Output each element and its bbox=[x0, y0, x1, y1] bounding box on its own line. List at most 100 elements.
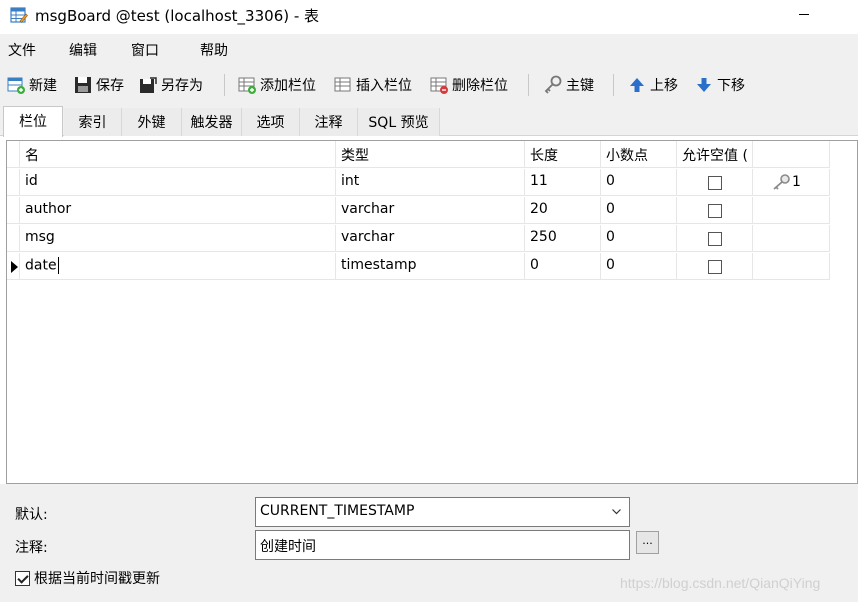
default-label: 默认: bbox=[15, 507, 48, 523]
delete-field-button[interactable]: 删除栏位 bbox=[429, 73, 508, 97]
title-bar: msgBoard @test (localhost_3306) - 表 bbox=[0, 0, 858, 30]
field-nullable-cell bbox=[677, 253, 753, 280]
table-design-icon bbox=[10, 7, 28, 23]
column-header-type[interactable]: 类型 bbox=[336, 141, 525, 168]
update-timestamp-checkbox[interactable]: 根据当前时间戳更新 bbox=[15, 568, 160, 588]
tab-options[interactable]: 选项 bbox=[242, 108, 300, 136]
watermark: https://blog.csdn.net/QianQiYing bbox=[620, 575, 821, 591]
new-table-icon bbox=[7, 77, 25, 94]
move-down-label: 下移 bbox=[717, 78, 745, 94]
new-button[interactable]: 新建 bbox=[6, 73, 57, 97]
nullable-checkbox[interactable] bbox=[708, 204, 722, 218]
new-label: 新建 bbox=[29, 78, 57, 94]
chevron-down-icon bbox=[612, 509, 621, 515]
field-name-cell[interactable]: msg bbox=[20, 225, 336, 252]
field-name-text: date bbox=[25, 257, 57, 274]
field-length-cell[interactable]: 11 bbox=[525, 169, 601, 196]
toolbar-separator bbox=[224, 74, 225, 96]
add-field-icon bbox=[238, 77, 256, 94]
toolbar-separator bbox=[613, 74, 614, 96]
menu-window[interactable]: 窗口 bbox=[131, 40, 159, 60]
field-key-cell[interactable]: 1 bbox=[753, 169, 830, 196]
field-length-cell[interactable]: 0 bbox=[525, 253, 601, 280]
field-decimals-cell[interactable]: 0 bbox=[601, 197, 677, 224]
toolbar: 新建 保存 另存为 添加栏位 插入栏位 删除栏位 主键 上移 下移 bbox=[0, 64, 858, 104]
window-title: msgBoard @test (localhost_3306) - 表 bbox=[35, 7, 320, 25]
column-header-nullable[interactable]: 允许空值 ( bbox=[677, 141, 753, 168]
field-length-cell[interactable]: 20 bbox=[525, 197, 601, 224]
insert-field-button[interactable]: 插入栏位 bbox=[333, 73, 412, 97]
column-header-length[interactable]: 长度 bbox=[525, 141, 601, 168]
primary-key-indicator: 1 bbox=[770, 173, 801, 191]
save-as-button[interactable]: 另存为 bbox=[138, 73, 203, 97]
table-row-current[interactable]: date timestamp 0 0 bbox=[7, 253, 830, 280]
arrow-down-icon bbox=[697, 78, 711, 92]
checkbox-checked-icon bbox=[15, 570, 30, 586]
row-indicator bbox=[7, 197, 20, 224]
field-type-cell[interactable]: timestamp bbox=[336, 253, 525, 280]
comment-field[interactable]: 创建时间 bbox=[255, 530, 630, 560]
field-type-cell[interactable]: varchar bbox=[336, 225, 525, 252]
table-row[interactable]: author varchar 20 0 bbox=[7, 197, 830, 224]
tab-comment[interactable]: 注释 bbox=[300, 108, 358, 136]
tab-sql-preview[interactable]: SQL 预览 bbox=[358, 108, 440, 136]
tab-triggers[interactable]: 触发器 bbox=[182, 108, 242, 136]
move-up-button[interactable]: 上移 bbox=[627, 73, 678, 97]
add-field-label: 添加栏位 bbox=[260, 78, 316, 94]
menu-edit[interactable]: 编辑 bbox=[69, 40, 97, 60]
field-key-cell[interactable] bbox=[753, 253, 830, 280]
arrow-up-icon bbox=[630, 78, 644, 92]
save-as-icon bbox=[140, 77, 157, 93]
field-decimals-cell[interactable]: 0 bbox=[601, 253, 677, 280]
insert-field-label: 插入栏位 bbox=[356, 78, 412, 94]
save-as-label: 另存为 bbox=[161, 78, 203, 94]
default-value-select[interactable]: CURRENT_TIMESTAMP bbox=[255, 497, 630, 527]
save-icon bbox=[75, 77, 91, 93]
text-caret bbox=[57, 257, 59, 274]
default-value-text: CURRENT_TIMESTAMP bbox=[260, 503, 415, 519]
menu-help[interactable]: 帮助 bbox=[200, 40, 228, 60]
row-indicator bbox=[7, 169, 20, 196]
field-name-cell[interactable]: author bbox=[20, 197, 336, 224]
primary-key-button[interactable]: 主键 bbox=[543, 73, 594, 97]
comment-label: 注释: bbox=[15, 540, 48, 556]
key-icon bbox=[773, 174, 790, 190]
fields-grid: 名 类型 长度 小数点 允许空值 ( id int 11 0 1 author bbox=[6, 140, 858, 484]
nullable-checkbox[interactable] bbox=[708, 260, 722, 274]
save-button[interactable]: 保存 bbox=[73, 73, 124, 97]
update-timestamp-label: 根据当前时间戳更新 bbox=[34, 571, 160, 587]
field-key-cell[interactable] bbox=[753, 197, 830, 224]
field-decimals-cell[interactable]: 0 bbox=[601, 225, 677, 252]
field-key-cell[interactable] bbox=[753, 225, 830, 252]
tab-foreign-keys[interactable]: 外键 bbox=[122, 108, 182, 136]
field-nullable-cell bbox=[677, 169, 753, 196]
nullable-checkbox[interactable] bbox=[708, 176, 722, 190]
tab-indexes[interactable]: 索引 bbox=[64, 108, 122, 136]
menu-file[interactable]: 文件 bbox=[8, 40, 36, 60]
add-field-button[interactable]: 添加栏位 bbox=[237, 73, 316, 97]
field-length-cell[interactable]: 250 bbox=[525, 225, 601, 252]
column-header-decimals[interactable]: 小数点 bbox=[601, 141, 677, 168]
key-icon bbox=[544, 75, 562, 94]
primary-key-label: 主键 bbox=[566, 78, 594, 94]
comment-editor-button[interactable]: ... bbox=[636, 531, 659, 554]
column-header-key bbox=[753, 141, 830, 168]
primary-key-order: 1 bbox=[792, 174, 801, 190]
field-decimals-cell[interactable]: 0 bbox=[601, 169, 677, 196]
delete-field-label: 删除栏位 bbox=[452, 78, 508, 94]
table-row[interactable]: msg varchar 250 0 bbox=[7, 225, 830, 252]
toolbar-separator bbox=[528, 74, 529, 96]
field-name-cell[interactable]: id bbox=[20, 169, 336, 196]
field-type-cell[interactable]: int bbox=[336, 169, 525, 196]
delete-field-icon bbox=[430, 77, 448, 94]
field-name-cell-editing[interactable]: date bbox=[20, 253, 336, 280]
move-up-label: 上移 bbox=[650, 78, 678, 94]
column-header-name[interactable]: 名 bbox=[20, 141, 336, 168]
nullable-checkbox[interactable] bbox=[708, 232, 722, 246]
tab-fields[interactable]: 栏位 bbox=[3, 106, 63, 137]
save-label: 保存 bbox=[96, 78, 124, 94]
table-row[interactable]: id int 11 0 1 bbox=[7, 169, 830, 196]
minimize-button[interactable] bbox=[796, 2, 816, 24]
field-type-cell[interactable]: varchar bbox=[336, 197, 525, 224]
move-down-button[interactable]: 下移 bbox=[694, 73, 745, 97]
